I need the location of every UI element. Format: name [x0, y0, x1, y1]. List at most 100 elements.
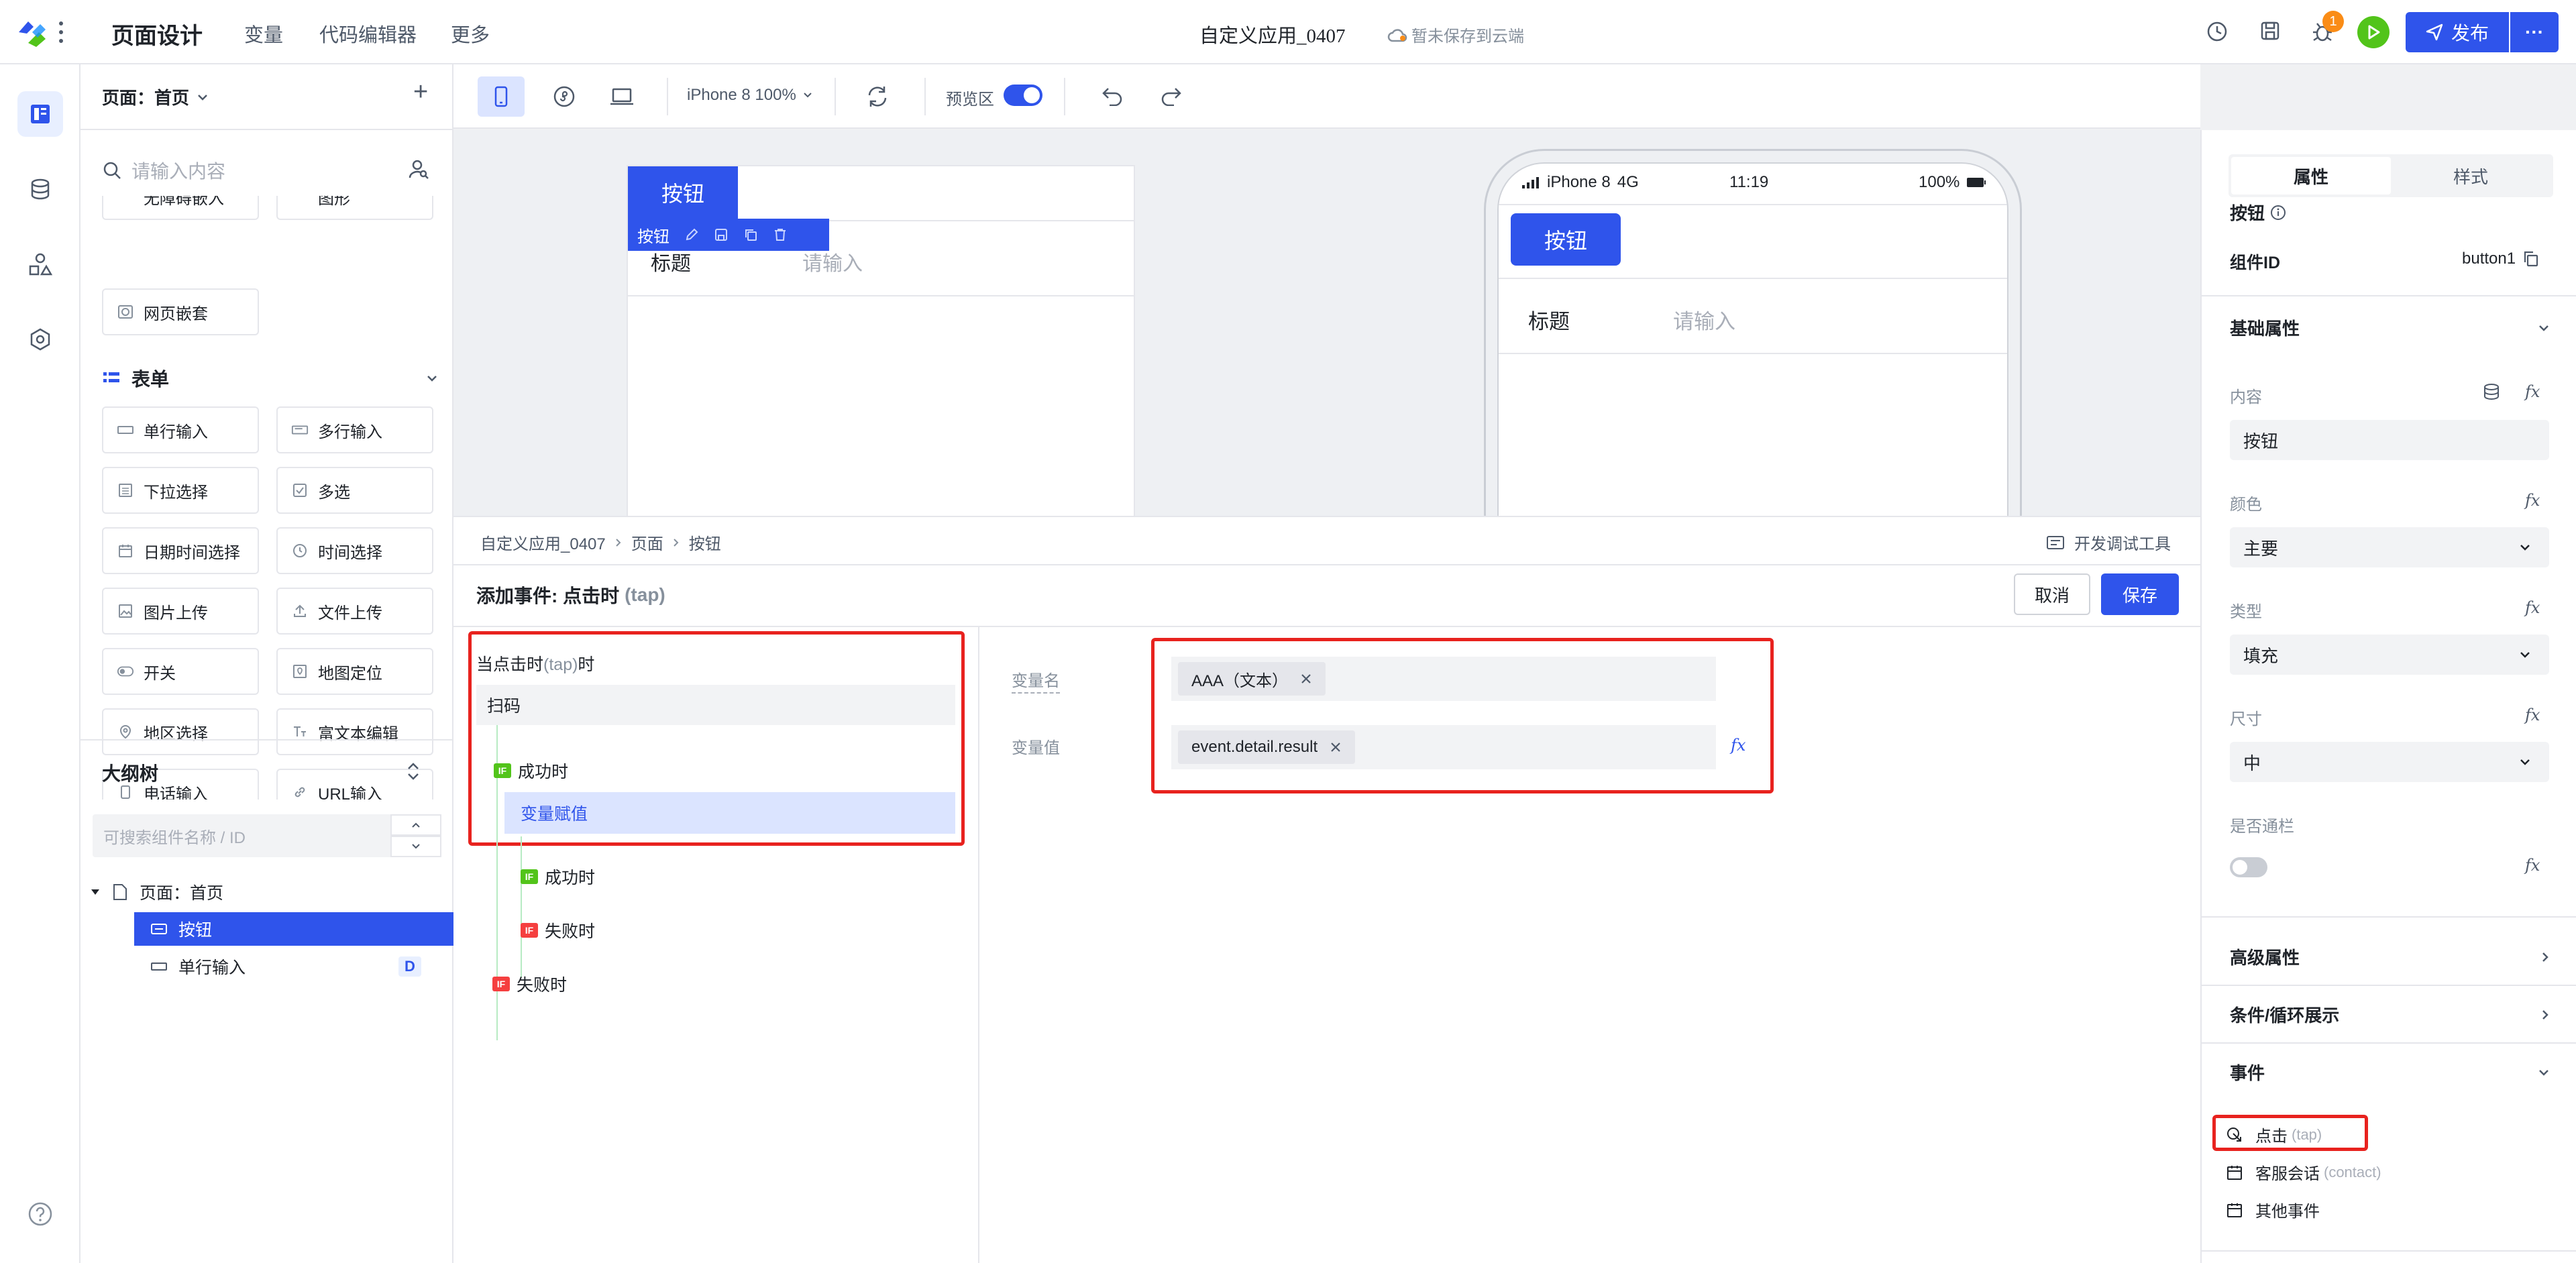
component-item[interactable]: 无障碍嵌入 [102, 196, 259, 220]
tree-node-button[interactable]: 按钮 [134, 912, 453, 946]
divider [2202, 1250, 2576, 1252]
outline-search-input[interactable]: 可搜索组件名称 / ID [93, 814, 401, 857]
tab-styles[interactable]: 样式 [2391, 157, 2551, 195]
refresh-icon[interactable] [865, 85, 890, 109]
event-item-other[interactable]: 其他事件 [2226, 1198, 2320, 1221]
user-search-icon[interactable] [408, 158, 429, 180]
copy-icon[interactable] [743, 227, 758, 242]
save-icon[interactable] [714, 227, 729, 242]
action-assign-variable[interactable]: 变量赋值 [504, 792, 955, 834]
type-select[interactable]: 填充 [2230, 635, 2549, 675]
var-name-input[interactable]: AAA（文本） [1171, 657, 1716, 701]
tab-properties[interactable]: 属性 [2231, 157, 2391, 195]
branch-fail-nested[interactable]: IF 失败时 [521, 918, 595, 942]
logo-icon[interactable] [16, 17, 50, 47]
component-item-textarea[interactable]: 多行输入 [276, 406, 433, 453]
save-button[interactable]: 保存 [2101, 573, 2179, 615]
undo-icon[interactable] [1102, 86, 1124, 106]
full-width-toggle[interactable] [2230, 857, 2267, 877]
edit-icon[interactable] [684, 227, 699, 242]
breadcrumb-component[interactable]: 按钮 [689, 531, 721, 554]
component-item-select[interactable]: 下拉选择 [102, 467, 259, 514]
size-fx-button[interactable]: fx [2525, 706, 2540, 724]
advanced-props-header[interactable]: 高级属性 [2230, 944, 2549, 969]
search-input[interactable]: 请输入内容 [131, 157, 225, 184]
save-icon[interactable] [2259, 20, 2281, 42]
full-width-fx-button[interactable]: fx [2525, 856, 2540, 875]
form-section-header[interactable]: 表单 [102, 365, 437, 392]
close-icon[interactable] [1330, 741, 1342, 753]
page-selector[interactable]: 页面：首页 [102, 85, 208, 109]
rail-settings-button[interactable] [17, 317, 63, 362]
nav-variables[interactable]: 变量 [244, 19, 283, 48]
event-item-contact[interactable]: 客服会话 (contact) [2226, 1160, 2381, 1184]
delete-icon[interactable] [773, 227, 788, 242]
canvas-button[interactable]: 按钮 [628, 166, 738, 219]
component-id: button1 [2462, 250, 2540, 268]
component-item-rich-text[interactable]: 富文本编辑 [276, 708, 433, 755]
field-input[interactable]: 请输入 [802, 247, 863, 276]
mobile-view-button[interactable] [478, 76, 525, 117]
action-scan[interactable]: 扫码 [476, 685, 955, 725]
preview-toggle[interactable] [1004, 85, 1042, 106]
dev-tool-button[interactable]: 开发调试工具 [2046, 531, 2171, 554]
nav-code-editor[interactable]: 代码编辑器 [319, 19, 417, 48]
basic-props-header[interactable]: 基础属性 [2230, 315, 2549, 340]
type-fx-button[interactable]: fx [2525, 598, 2540, 617]
var-value-fx-button[interactable]: fx [1731, 736, 1746, 755]
color-select[interactable]: 主要 [2230, 527, 2549, 567]
tree-node-input[interactable]: 单行输入 D [134, 950, 453, 983]
branch-success-nested[interactable]: IF 成功时 [521, 865, 595, 889]
component-item-time[interactable]: 时间选择 [276, 527, 433, 574]
rail-data-button[interactable] [17, 166, 63, 212]
preview-button[interactable]: 按钮 [1511, 213, 1621, 266]
preview-field-input[interactable]: 请输入 [1673, 305, 1735, 335]
history-icon[interactable] [2206, 20, 2229, 43]
publish-button[interactable]: 发布 [2406, 12, 2509, 52]
component-item-switch[interactable]: 开关 [102, 648, 259, 695]
rail-component-button[interactable] [17, 241, 63, 287]
add-page-button[interactable]: + [413, 78, 428, 107]
size-select[interactable]: 中 [2230, 742, 2549, 782]
desktop-view-button[interactable] [598, 76, 645, 117]
content-fx-button[interactable]: fx [2525, 382, 2540, 401]
chevron-down-icon [2520, 651, 2530, 659]
breadcrumb-app[interactable]: 自定义应用_0407 [480, 531, 606, 554]
branch-success[interactable]: IF 成功时 [494, 759, 568, 783]
component-item-image-upload[interactable]: 图片上传 [102, 588, 259, 635]
cancel-button[interactable]: 取消 [2014, 573, 2090, 615]
var-value-input[interactable]: event.detail.result [1171, 725, 1716, 769]
nav-more[interactable]: 更多 [451, 19, 490, 48]
type-label: 类型 [2230, 603, 2262, 621]
publish-more-button[interactable]: ··· [2510, 12, 2559, 52]
database-icon[interactable] [2482, 382, 2501, 401]
play-icon[interactable] [2357, 16, 2390, 48]
chevron-down-icon[interactable] [390, 836, 441, 857]
condition-header[interactable]: 条件/循环展示 [2230, 1002, 2549, 1027]
component-item-input[interactable]: 单行输入 [102, 406, 259, 453]
redo-icon[interactable] [1159, 86, 1182, 106]
component-item-datetime[interactable]: 日期时间选择 [102, 527, 259, 574]
component-item-map[interactable]: 地图定位 [276, 648, 433, 695]
help-icon[interactable] [17, 1191, 63, 1237]
component-item-region[interactable]: 地区选择 [102, 708, 259, 755]
collapse-toggle-icon[interactable] [404, 761, 423, 782]
copy-icon[interactable] [2522, 250, 2540, 268]
tree-node-page[interactable]: 页面：首页 [90, 880, 223, 904]
events-header[interactable]: 事件 [2230, 1060, 2549, 1085]
grid-icon[interactable] [58, 20, 64, 44]
component-item[interactable]: 图形 [276, 196, 433, 220]
rail-page-button[interactable] [17, 91, 63, 137]
color-fx-button[interactable]: fx [2525, 491, 2540, 510]
mini-program-view-button[interactable] [541, 76, 588, 117]
component-item-webview[interactable]: 网页嵌套 [102, 288, 259, 335]
branch-fail[interactable]: IF 失败时 [492, 972, 567, 996]
chevron-up-icon[interactable] [390, 814, 441, 836]
device-select[interactable]: iPhone 8 100% [687, 86, 812, 105]
event-item-tap[interactable]: 点击 (tap) [2226, 1123, 2322, 1146]
component-item-checkbox[interactable]: 多选 [276, 467, 433, 514]
close-icon[interactable] [1300, 673, 1312, 685]
component-item-file-upload[interactable]: 文件上传 [276, 588, 433, 635]
breadcrumb-page[interactable]: 页面 [631, 531, 663, 554]
content-input[interactable]: 按钮 [2230, 420, 2549, 460]
